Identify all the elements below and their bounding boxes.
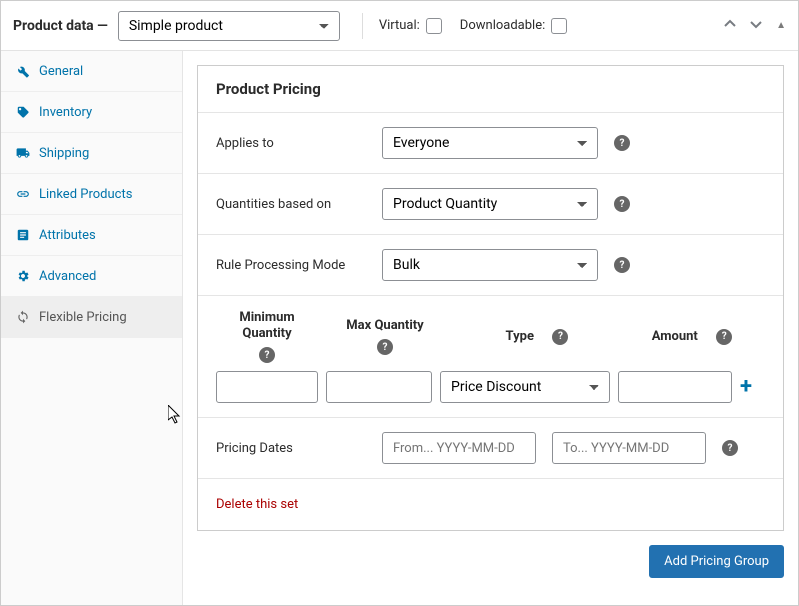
rule-mode-label: Rule Processing Mode [216, 258, 366, 273]
date-to-input[interactable] [552, 432, 706, 464]
applies-to-row: Applies to Everyone ? [198, 113, 783, 174]
sidebar-item-general[interactable]: General [1, 51, 182, 92]
discount-type-select[interactable]: Price Discount [440, 371, 610, 403]
rule-mode-select[interactable]: Bulk [382, 249, 598, 281]
applies-to-label: Applies to [216, 136, 366, 151]
virtual-label: Virtual: [379, 18, 420, 33]
header-type: Type ? [452, 310, 622, 363]
help-icon[interactable]: ? [614, 196, 630, 212]
add-pricing-group-button[interactable]: Add Pricing Group [649, 545, 784, 578]
gear-icon [15, 268, 31, 284]
product-data-sidebar: General Inventory Shipping Linked Produc… [1, 51, 183, 605]
help-icon[interactable]: ? [722, 440, 738, 456]
downloadable-checkbox-group[interactable]: Downloadable: [460, 18, 567, 34]
sidebar-item-label: General [39, 64, 83, 79]
sidebar-item-label: Attributes [39, 228, 96, 243]
chevron-down-icon[interactable] [750, 18, 762, 33]
refresh-icon [15, 309, 31, 325]
help-icon[interactable]: ? [716, 329, 732, 345]
applies-to-select[interactable]: Everyone [382, 127, 598, 159]
sidebar-item-label: Inventory [39, 105, 92, 120]
rule-mode-row: Rule Processing Mode Bulk ? [198, 235, 783, 296]
truck-icon [15, 145, 31, 161]
note-icon [15, 227, 31, 243]
add-row-icon[interactable]: + [740, 376, 752, 398]
quantity-rules-block: Minimum Quantity? Max Quantity? Type ? A… [198, 296, 783, 418]
product-data-label: Product data — [13, 18, 108, 34]
qty-row: Price Discount + [216, 371, 765, 403]
pricing-panel: Product Pricing Applies to Everyone ? Qu… [197, 65, 784, 531]
min-qty-input[interactable] [216, 371, 318, 403]
collapse-panel-icon[interactable]: ▲ [776, 20, 786, 31]
sidebar-item-label: Advanced [39, 269, 96, 284]
header-min-qty: Minimum Quantity? [216, 310, 318, 363]
date-from-input[interactable] [382, 432, 536, 464]
help-icon[interactable]: ? [377, 339, 393, 355]
sidebar-item-advanced[interactable]: Advanced [1, 256, 182, 297]
topbar-right: ▲ [724, 18, 786, 33]
delete-set-row: Delete this set [198, 479, 783, 530]
downloadable-checkbox[interactable] [551, 18, 567, 34]
sidebar-item-label: Flexible Pricing [39, 310, 127, 325]
sidebar-item-inventory[interactable]: Inventory [1, 92, 182, 133]
help-icon[interactable]: ? [259, 347, 275, 363]
max-qty-input[interactable] [326, 371, 432, 403]
panel-footer: Add Pricing Group [197, 531, 784, 578]
link-icon [15, 186, 31, 202]
virtual-checkbox[interactable] [426, 18, 442, 34]
main-panel: Product Pricing Applies to Everyone ? Qu… [183, 51, 798, 605]
product-type-select[interactable]: Simple product [118, 11, 340, 41]
sidebar-item-flexible-pricing[interactable]: Flexible Pricing [1, 297, 182, 338]
quantities-based-on-select[interactable]: Product Quantity [382, 188, 598, 220]
sidebar-item-shipping[interactable]: Shipping [1, 133, 182, 174]
sidebar-item-label: Shipping [39, 146, 89, 161]
header-max-qty: Max Quantity? [330, 310, 440, 363]
pricing-dates-label: Pricing Dates [216, 441, 366, 456]
help-icon[interactable]: ? [614, 135, 630, 151]
tag-icon [15, 104, 31, 120]
sidebar-item-label: Linked Products [39, 187, 132, 202]
help-icon[interactable]: ? [552, 329, 568, 345]
sidebar-item-linked-products[interactable]: Linked Products [1, 174, 182, 215]
wrench-icon [15, 63, 31, 79]
header-amount: Amount ? [634, 310, 750, 363]
panel-title: Product Pricing [198, 66, 783, 113]
amount-input[interactable] [618, 371, 732, 403]
pricing-dates-row: Pricing Dates ? [198, 418, 783, 479]
chevron-up-icon[interactable] [724, 18, 736, 33]
help-icon[interactable]: ? [614, 257, 630, 273]
quantities-based-on-row: Quantities based on Product Quantity ? [198, 174, 783, 235]
qty-headers: Minimum Quantity? Max Quantity? Type ? A… [216, 310, 765, 363]
virtual-checkbox-group[interactable]: Virtual: [379, 18, 442, 34]
sidebar-item-attributes[interactable]: Attributes [1, 215, 182, 256]
quantities-based-on-label: Quantities based on [216, 197, 366, 212]
delete-set-link[interactable]: Delete this set [216, 497, 298, 512]
divider [362, 13, 363, 39]
downloadable-label: Downloadable: [460, 18, 545, 33]
product-data-topbar: Product data — Simple product Virtual: D… [1, 1, 798, 51]
